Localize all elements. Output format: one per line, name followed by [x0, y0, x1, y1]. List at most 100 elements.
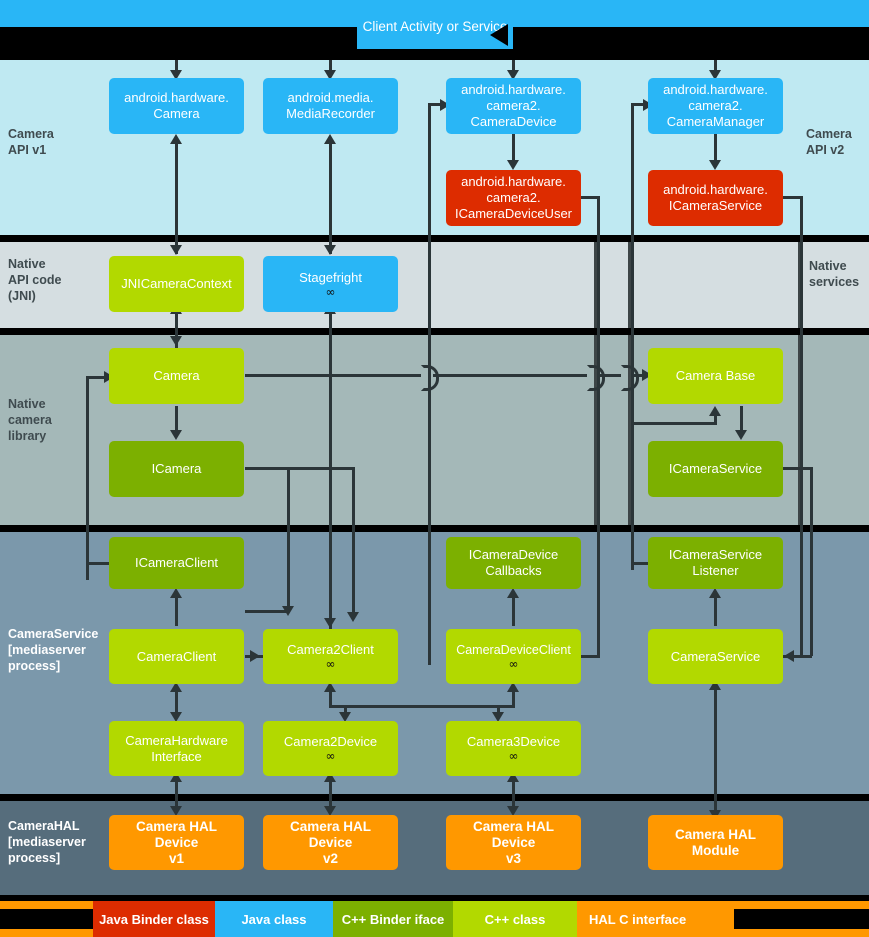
arrow-down: [170, 336, 182, 346]
node-camera2-cameradevice[interactable]: android.hardware. camera2. CameraDevice: [446, 78, 581, 134]
band-label-camera-api-v1: Camera API v1: [8, 127, 54, 157]
node-icameraservicelistener[interactable]: ICameraService Listener: [648, 537, 783, 589]
arrow-up: [709, 406, 721, 416]
node-camera2device[interactable]: Camera2Device ∞: [263, 721, 398, 776]
node-camera-hal-module[interactable]: Camera HAL Module: [648, 815, 783, 870]
node-label: android.hardware. Camera: [124, 90, 229, 121]
arrow-up: [170, 134, 182, 144]
node-camera-base[interactable]: Camera Base: [648, 348, 783, 404]
connector: [245, 467, 355, 470]
client-activity-label: Client Activity or Service: [362, 19, 508, 34]
node-jnicameracontext[interactable]: JNICameraContext: [109, 256, 244, 312]
connector: [599, 374, 621, 377]
legend-item-java-class: Java class: [215, 901, 333, 937]
node-cameradeviceclient[interactable]: CameraDeviceClient ∞: [446, 629, 581, 684]
legend-black-left: [0, 909, 93, 929]
connector: [631, 422, 717, 425]
node-icamera[interactable]: ICamera: [109, 441, 244, 497]
camera-architecture-diagram: Client Activity or Service Camera API v1…: [0, 0, 869, 937]
node-icameradevicecallbacks[interactable]: ICameraDevice Callbacks: [446, 537, 581, 589]
node-label: Camera HAL Device v3: [472, 818, 555, 866]
arrow-up: [709, 588, 721, 598]
node-camera-hal-device-v3[interactable]: Camera HAL Device v3: [446, 815, 581, 870]
node-label: ICameraClient: [134, 555, 219, 570]
node-camera3device[interactable]: Camera3Device ∞: [446, 721, 581, 776]
connector: [578, 655, 600, 658]
arrow-up: [170, 588, 182, 598]
node-icameraservice-java[interactable]: android.hardware. ICameraService: [648, 170, 783, 226]
node-label: Camera2Client: [287, 642, 374, 657]
node-label: Camera HAL Module: [674, 826, 757, 858]
connector: [175, 312, 178, 352]
node-label: ICamera: [151, 461, 202, 476]
node-label: ICameraDevice Callbacks: [468, 547, 559, 578]
arrow-down: [735, 430, 747, 440]
arrow-up: [324, 134, 336, 144]
legend-item-cpp-class: C++ class: [453, 901, 577, 937]
node-label: Camera3Device: [466, 734, 561, 749]
node-camerahardwareinterface[interactable]: CameraHardware Interface: [109, 721, 244, 776]
node-cameraservice[interactable]: CameraService: [648, 629, 783, 684]
band-label-native-services: Native services: [809, 259, 860, 289]
node-camera-native[interactable]: Camera: [109, 348, 244, 404]
node-badge-infinity: ∞: [508, 657, 519, 671]
arrow-up: [507, 588, 519, 598]
node-label: ICameraService: [668, 461, 763, 476]
connector: [329, 142, 332, 254]
connector: [329, 312, 332, 330]
node-camera2client[interactable]: Camera2Client ∞: [263, 629, 398, 684]
node-badge-infinity: ∞: [325, 657, 336, 671]
connector: [783, 467, 813, 470]
connector: [86, 376, 89, 580]
node-badge-infinity: ∞: [325, 749, 336, 763]
connector: [352, 467, 355, 618]
connector: [175, 596, 178, 626]
node-camera-hal-device-v2[interactable]: Camera HAL Device v2: [263, 815, 398, 870]
connector: [810, 467, 813, 656]
arrow-down: [507, 160, 519, 170]
connector: [512, 690, 515, 708]
node-android-media-mediarecorder[interactable]: android.media. MediaRecorder: [263, 78, 398, 134]
legend-black-right: [722, 909, 869, 929]
arrow-down: [282, 606, 294, 616]
node-camera2-cameramanager[interactable]: android.hardware. camera2. CameraManager: [648, 78, 783, 134]
node-label: android.hardware. camera2. CameraDevice: [461, 82, 566, 129]
connector: [433, 374, 587, 377]
node-camera-hal-device-v1[interactable]: Camera HAL Device v1: [109, 815, 244, 870]
connector: [792, 655, 812, 658]
node-stagefright[interactable]: Stagefright ∞: [263, 256, 398, 312]
node-label: android.hardware. camera2. CameraManager: [663, 82, 768, 129]
band-label-native-camera-library: Native camera library: [8, 397, 52, 443]
node-label: Camera Base: [675, 368, 756, 383]
legend-label: HAL C interface: [589, 911, 687, 927]
connector: [245, 374, 421, 377]
connector: [631, 374, 634, 570]
node-label: CameraClient: [136, 648, 217, 664]
band-label-camera-api-v2: Camera API v2: [806, 127, 852, 157]
legend-item-hal-c-interface: HAL C interface: [577, 901, 734, 937]
connector: [512, 596, 515, 626]
node-label: android.hardware. camera2. ICameraDevice…: [454, 174, 573, 221]
node-badge-infinity: ∞: [508, 749, 519, 763]
connector: [714, 688, 717, 816]
arrow-down: [709, 160, 721, 170]
node-cameraclient[interactable]: CameraClient: [109, 629, 244, 684]
legend-label: C++ Binder iface: [341, 911, 445, 927]
legend-label: Java class: [241, 911, 307, 927]
legend-item-java-binder-class: Java Binder class: [93, 901, 215, 937]
node-android-hardware-camera[interactable]: android.hardware. Camera: [109, 78, 244, 134]
connector: [329, 705, 515, 708]
band-label-native-api-jni: Native API code (JNI): [8, 257, 62, 303]
band-label-camerahal: CameraHAL [mediaserver process]: [8, 819, 86, 865]
band-divider-black-4: [0, 525, 869, 532]
node-label: CameraHardware Interface: [125, 732, 228, 764]
band-divider-black-2: [0, 235, 869, 242]
node-label: CameraDeviceClient: [456, 643, 571, 657]
connector: [714, 596, 717, 626]
node-badge-infinity: ∞: [325, 284, 336, 299]
node-icameradeviceuser[interactable]: android.hardware. camera2. ICameraDevice…: [446, 170, 581, 226]
arrow-down: [324, 618, 336, 628]
node-icameraclient[interactable]: ICameraClient: [109, 537, 244, 589]
arrow-right: [250, 650, 260, 662]
node-icameraservice-native[interactable]: ICameraService: [648, 441, 783, 497]
